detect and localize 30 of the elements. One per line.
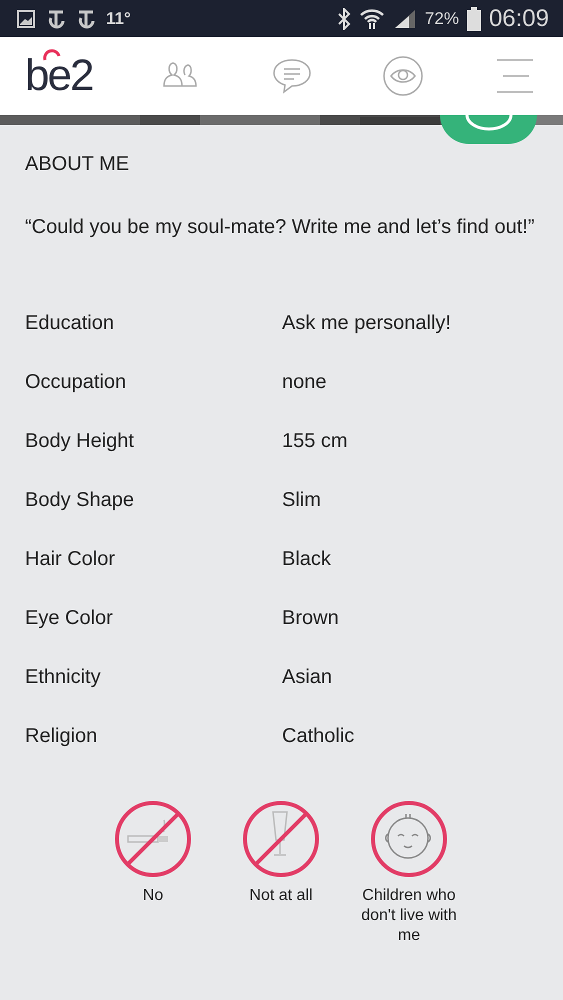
- battery-percentage: 72%: [424, 8, 459, 28]
- field-value: Brown: [282, 607, 339, 630]
- logo[interactable]: be2: [25, 51, 125, 101]
- field-label: Body Shape: [25, 489, 135, 512]
- field-value: Black: [282, 548, 331, 571]
- about-text: “Could you be my soul-mate? Write me and let’s find out!”: [25, 215, 535, 240]
- field-label: Education: [25, 312, 115, 335]
- field-label: Hair Color: [25, 548, 116, 571]
- section-heading: ABOUT ME: [25, 153, 130, 176]
- field-value: Catholic: [282, 725, 354, 748]
- field-value: none: [282, 371, 326, 394]
- field-value: Ask me personally!: [282, 312, 451, 335]
- field-label: Body Height: [25, 430, 135, 453]
- habit-label: No: [142, 886, 164, 906]
- habit-label: Children who don't live with me: [360, 886, 458, 946]
- field-label: Occupation: [25, 371, 128, 394]
- field-label: Ethnicity: [25, 666, 102, 689]
- field-label: Religion: [25, 725, 98, 748]
- wifi-icon: [358, 8, 385, 30]
- field-value: Slim: [282, 489, 321, 512]
- signal-icon: [392, 8, 417, 30]
- habit-label: Not at all: [248, 886, 314, 906]
- field-value: 155 cm: [282, 430, 348, 453]
- field-label: Eye Color: [25, 607, 114, 630]
- clock: 06:09: [488, 4, 549, 32]
- battery-icon: [466, 6, 481, 30]
- image-icon: [16, 8, 36, 28]
- field-value: Asian: [282, 666, 332, 689]
- bluetooth-icon: [336, 8, 351, 30]
- temperature: 11°: [106, 8, 131, 28]
